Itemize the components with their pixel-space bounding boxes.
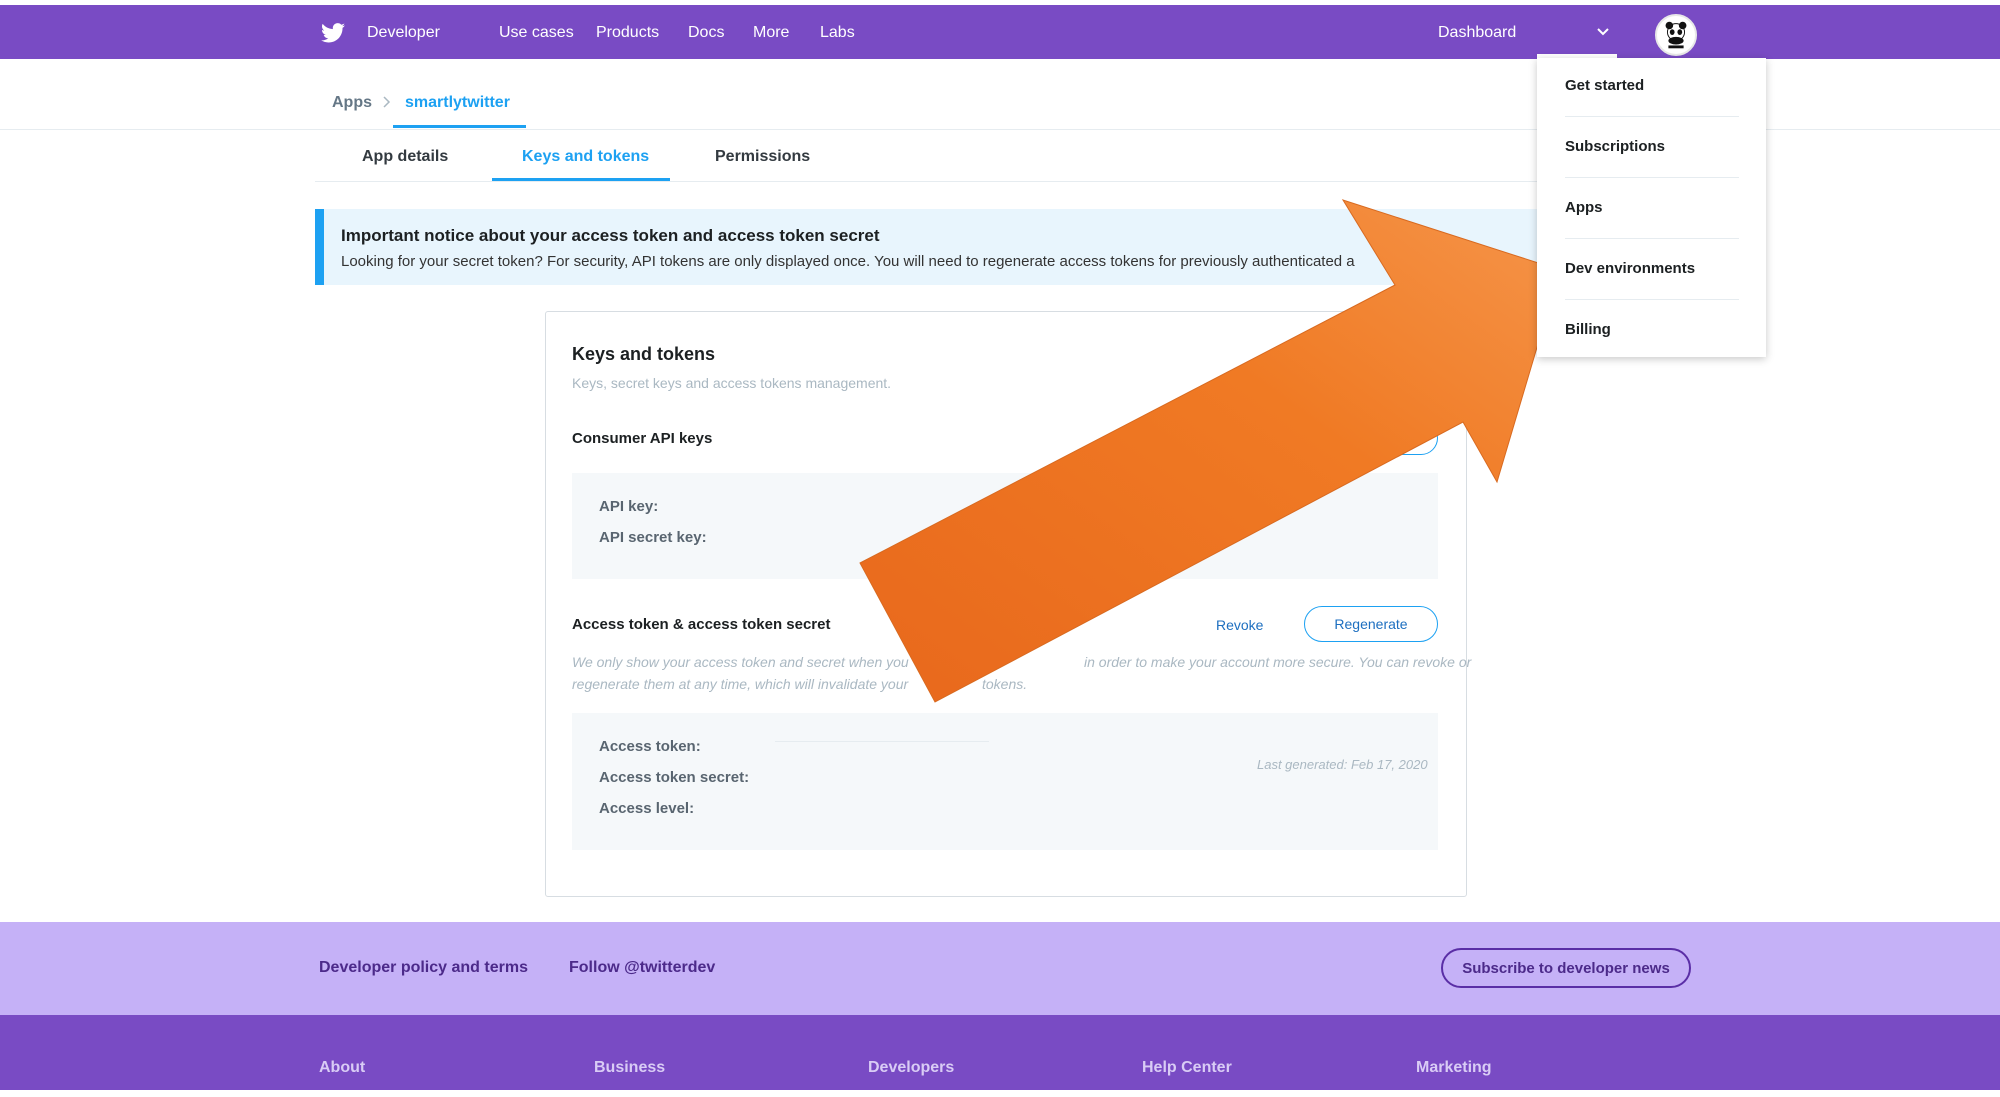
chevron-right-icon: [383, 96, 391, 108]
card-subtitle: Keys, secret keys and access tokens mana…: [572, 375, 892, 391]
dropdown-dev-environments[interactable]: Dev environments: [1565, 260, 1695, 277]
footer-developers[interactable]: Developers: [868, 1059, 954, 1077]
nav-link-use-cases[interactable]: Use cases: [499, 24, 574, 42]
footer-help-center[interactable]: Help Center: [1142, 1059, 1232, 1077]
nav-link-products[interactable]: Products: [596, 24, 659, 42]
dropdown-separator: [1565, 299, 1739, 300]
tab-keys-and-tokens[interactable]: Keys and tokens: [522, 148, 649, 166]
tab-permissions[interactable]: Permissions: [715, 148, 810, 166]
access-hint-line2b: tokens.: [982, 676, 1028, 692]
access-hint-line2: regenerate them at any time, which will …: [572, 676, 909, 692]
breadcrumb-apps[interactable]: Apps: [332, 94, 372, 112]
footer-business[interactable]: Business: [594, 1059, 665, 1077]
notice-title: Important notice about your access token…: [341, 226, 880, 245]
dropdown-separator: [1565, 116, 1739, 117]
footer-policy-link[interactable]: Developer policy and terms: [319, 959, 528, 977]
last-generated: Last generated: Feb 17, 2020: [1257, 757, 1428, 772]
nav-link-more[interactable]: More: [753, 24, 789, 42]
dropdown-get-started[interactable]: Get started: [1565, 77, 1644, 94]
dropdown-apps[interactable]: Apps: [1565, 199, 1603, 216]
avatar[interactable]: [1655, 14, 1697, 56]
footer-about[interactable]: About: [319, 1059, 365, 1077]
footer-bottom: [0, 1015, 2000, 1090]
footer-marketing[interactable]: Marketing: [1416, 1059, 1492, 1077]
panda-logo-icon: [1665, 21, 1687, 49]
footer-follow-link[interactable]: Follow @twitterdev: [569, 959, 715, 977]
api-secret-key-label: API secret key:: [599, 529, 707, 546]
breadcrumb-active-line: [393, 125, 526, 128]
dropdown-separator: [1565, 177, 1739, 178]
chevron-down-icon[interactable]: [1597, 28, 1609, 36]
card-title: Keys and tokens: [572, 344, 716, 364]
access-token-title: Access token & access token secret: [572, 616, 831, 633]
top-nav: [0, 5, 2000, 59]
regenerate-button[interactable]: Regenerate: [1304, 606, 1438, 642]
api-key-label: API key:: [599, 498, 659, 515]
redacted-token-line: [775, 741, 989, 742]
nav-dashboard[interactable]: Dashboard: [1438, 24, 1516, 42]
consumer-keys-panel: [572, 473, 1438, 579]
nav-link-docs[interactable]: Docs: [688, 24, 724, 42]
breadcrumb-current[interactable]: smartlytwitter: [405, 94, 510, 112]
access-level-label: Access level:: [599, 800, 695, 817]
footer-edge: [0, 1090, 2000, 1097]
access-hint-line1b: in order to make your account more secur…: [1084, 654, 1472, 670]
consumer-keys-title: Consumer API keys: [572, 430, 713, 447]
footer-top: [0, 922, 2000, 1015]
subscribe-button[interactable]: Subscribe to developer news: [1441, 948, 1691, 988]
revoke-link[interactable]: Revoke: [1216, 617, 1263, 633]
nav-link-labs[interactable]: Labs: [820, 24, 855, 42]
notice-body: Looking for your secret token? For secur…: [341, 253, 1355, 270]
access-hint-line1: We only show your access token and secre…: [572, 654, 909, 670]
tab-app-details[interactable]: App details: [362, 148, 448, 166]
dropdown-separator: [1565, 238, 1739, 239]
access-token-secret-label: Access token secret:: [599, 769, 750, 786]
nav-brand[interactable]: Developer: [367, 24, 440, 42]
twitter-bird-icon[interactable]: [321, 23, 345, 43]
dropdown-subscriptions[interactable]: Subscriptions: [1565, 138, 1665, 155]
consumer-regenerate-button[interactable]: [1290, 421, 1438, 455]
dropdown-billing[interactable]: Billing: [1565, 321, 1611, 338]
access-token-label: Access token:: [599, 738, 701, 755]
